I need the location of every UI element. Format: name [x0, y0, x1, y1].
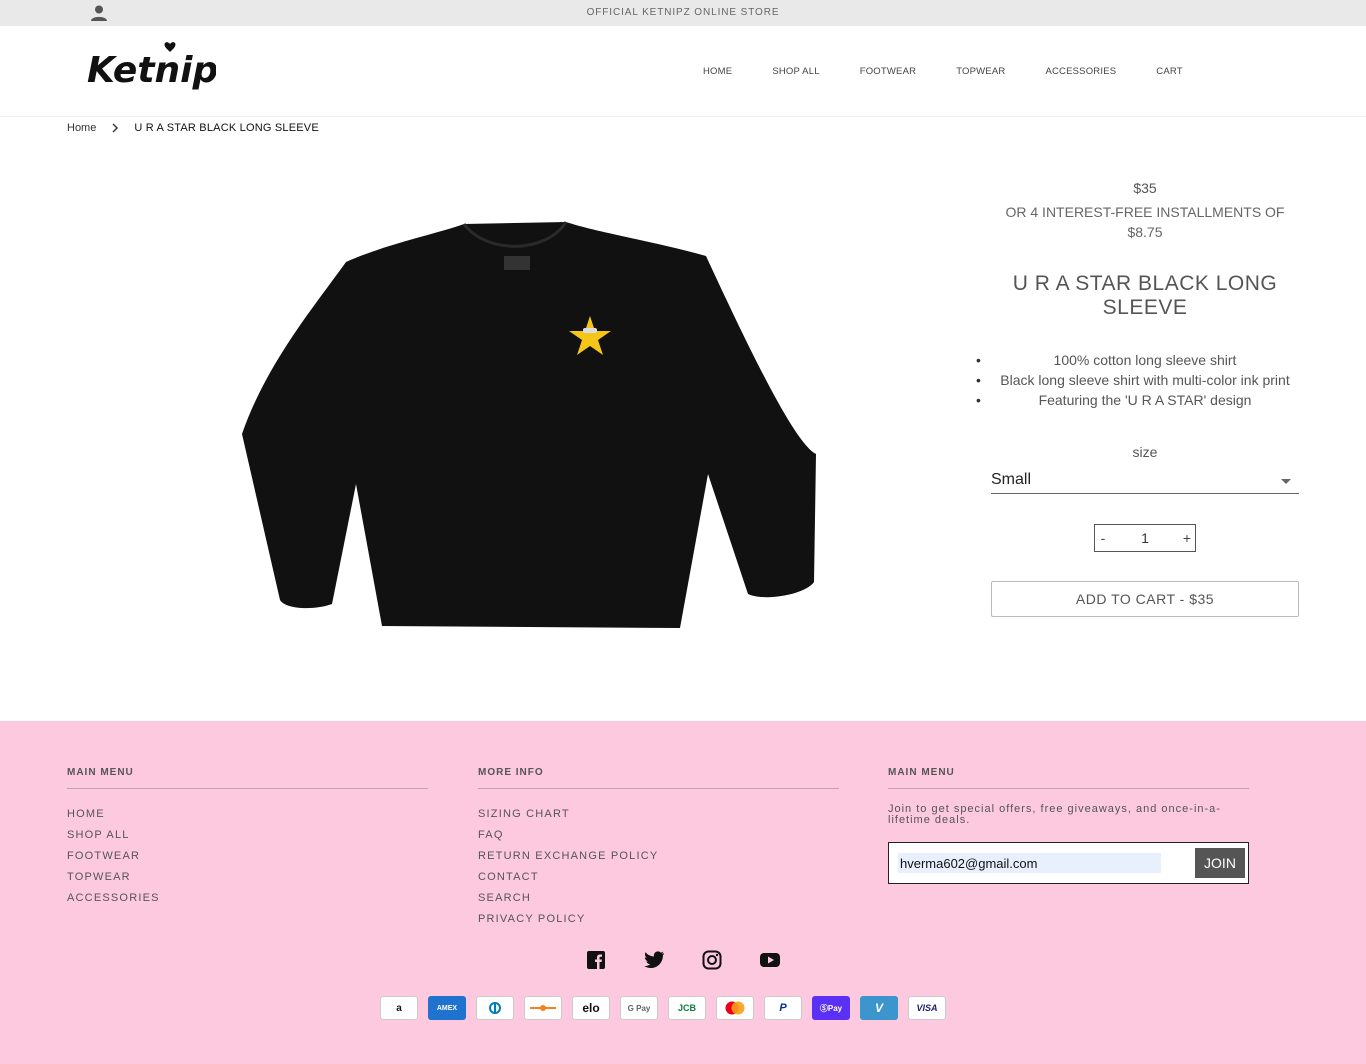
ketnipz-logo[interactable]: Ketnipz [84, 36, 216, 92]
nav-topwear[interactable]: TOPWEAR [956, 66, 1005, 77]
footer-link-search[interactable]: SEARCH [478, 888, 839, 909]
discover-icon [524, 996, 562, 1020]
size-value: Small [991, 471, 1032, 488]
footer-link-accessories[interactable]: ACCESSORIES [67, 888, 428, 909]
breadcrumb-current: U R A STAR BLACK LONG SLEEVE [134, 122, 319, 134]
footer-more-info: MORE INFO SIZING CHART FAQ RETURN EXCHAN… [478, 767, 839, 930]
qty-increase-button[interactable]: + [1179, 530, 1195, 546]
site-header: Ketnipz HOME SHOP ALL FOOTWEAR TOPWEAR A… [0, 26, 1366, 117]
google-pay-icon: G Pay [620, 996, 658, 1020]
shop-pay-icon: ⓈPay [812, 996, 850, 1020]
announcement-text: OFFICIAL KETNIPZ ONLINE STORE [586, 7, 780, 18]
qty-decrease-button[interactable]: - [1095, 530, 1111, 546]
product-price: $35 [1133, 180, 1157, 196]
feature-item: 100% cotton long sleeve shirt [976, 350, 1299, 370]
site-footer: MAIN MENU HOME SHOP ALL FOOTWEAR TOPWEAR… [0, 721, 1366, 1064]
logo-text: Ketnipz [87, 50, 216, 91]
nav-accessories[interactable]: ACCESSORIES [1045, 66, 1116, 77]
mastercard-icon [716, 996, 754, 1020]
footer-link-home[interactable]: HOME [67, 804, 428, 825]
footer-newsletter: MAIN MENU Join to get special offers, fr… [888, 767, 1249, 884]
nav-shop-all[interactable]: SHOP ALL [772, 66, 819, 77]
join-button[interactable]: JOIN [1195, 848, 1245, 878]
youtube-icon[interactable] [758, 949, 782, 971]
size-select[interactable]: Small [991, 466, 1299, 494]
footer-link-privacy-policy[interactable]: PRIVACY POLICY [478, 909, 839, 930]
product-image[interactable] [236, 214, 822, 634]
add-to-cart-button[interactable]: ADD TO CART - $35 [991, 581, 1299, 617]
footer-heading: MORE INFO [478, 767, 839, 789]
nav-cart[interactable]: CART [1156, 66, 1183, 77]
breadcrumb-home[interactable]: Home [67, 122, 96, 134]
footer-main-menu: MAIN MENU HOME SHOP ALL FOOTWEAR TOPWEAR… [67, 767, 428, 909]
shirt-body [242, 222, 816, 628]
email-field[interactable] [898, 853, 1161, 873]
amex-icon: AMEX [428, 996, 466, 1020]
quantity-stepper: - 1 + [1094, 524, 1196, 552]
neck-label [504, 256, 530, 270]
breadcrumb: Home U R A STAR BLACK LONG SLEEVE [67, 122, 319, 134]
announcement-bar: OFFICIAL KETNIPZ ONLINE STORE [0, 0, 1366, 26]
footer-link-return-policy[interactable]: RETURN EXCHANGE POLICY [478, 846, 839, 867]
newsletter-form: JOIN [888, 842, 1249, 884]
size-label: size [1132, 444, 1158, 460]
feature-item: Featuring the 'U R A STAR' design [976, 390, 1299, 410]
amazon-pay-icon: a [380, 996, 418, 1020]
payment-icons: a AMEX elo G Pay JCB P ⓈPay V VISA [380, 996, 956, 1020]
installments-text: OR 4 INTEREST-FREE INSTALLMENTS OF $8.75 [1005, 204, 1285, 240]
feature-item: Black long sleeve shirt with multi-color… [976, 370, 1299, 390]
footer-link-sizing-chart[interactable]: SIZING CHART [478, 804, 839, 825]
footer-link-topwear[interactable]: TOPWEAR [67, 867, 428, 888]
footer-link-contact[interactable]: CONTACT [478, 867, 839, 888]
nav-footwear[interactable]: FOOTWEAR [860, 66, 917, 77]
twitter-icon[interactable] [642, 949, 666, 971]
main-nav: HOME SHOP ALL FOOTWEAR TOPWEAR ACCESSORI… [703, 66, 1223, 77]
footer-link-footwear[interactable]: FOOTWEAR [67, 846, 428, 867]
jcb-icon: JCB [668, 996, 706, 1020]
venmo-icon: V [860, 996, 898, 1020]
social-links [584, 949, 816, 971]
product-info: $35 OR 4 INTEREST-FREE INSTALLMENTS OF $… [976, 178, 1299, 617]
footer-link-shop-all[interactable]: SHOP ALL [67, 825, 428, 846]
facebook-icon[interactable] [584, 949, 608, 971]
chevron-right-icon [112, 123, 119, 133]
visa-icon: VISA [908, 996, 946, 1020]
footer-heading: MAIN MENU [67, 767, 428, 789]
footer-heading: MAIN MENU [888, 767, 1249, 789]
elo-icon: elo [572, 996, 610, 1020]
qty-value[interactable]: 1 [1111, 530, 1179, 546]
diners-club-icon [476, 996, 514, 1020]
caret-down-icon [1281, 479, 1291, 484]
nav-home[interactable]: HOME [703, 66, 732, 77]
product-title: U R A STAR BLACK LONG SLEEVE [1012, 272, 1278, 319]
paypal-icon: P [764, 996, 802, 1020]
newsletter-text: Join to get special offers, free giveawa… [888, 803, 1221, 826]
footer-link-faq[interactable]: FAQ [478, 825, 839, 846]
instagram-icon[interactable] [700, 949, 724, 971]
feature-list: 100% cotton long sleeve shirt Black long… [976, 350, 1299, 410]
